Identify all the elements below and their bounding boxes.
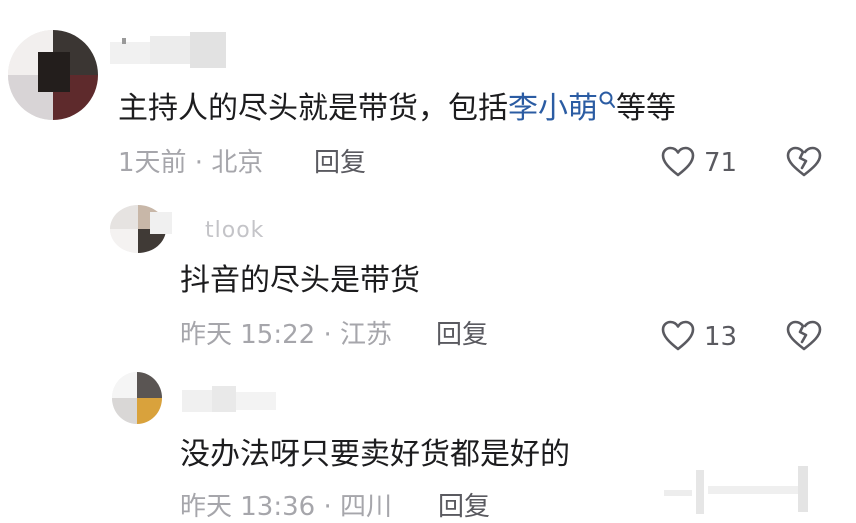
comment-text: 抖音的尽头是带货 xyxy=(180,263,420,298)
mention-link[interactable]: 李小萌 xyxy=(508,91,598,126)
search-icon[interactable] xyxy=(598,90,616,110)
avatar[interactable] xyxy=(112,372,162,424)
reply-button[interactable]: 回复 xyxy=(438,494,490,520)
username-mosaic xyxy=(110,32,230,68)
username-mosaic xyxy=(182,386,282,416)
avatar[interactable] xyxy=(8,30,98,120)
comment-text: 主持人的尽头就是带货，包括李小萌 等等 xyxy=(118,91,676,126)
username-mosaic xyxy=(150,212,172,234)
username: tlook xyxy=(205,218,265,243)
watermark-logo xyxy=(660,460,820,520)
reply-button[interactable]: 回复 xyxy=(314,150,366,176)
time-location: 1天前 · 北京 xyxy=(118,148,264,178)
broken-heart-icon[interactable] xyxy=(786,146,822,178)
broken-heart-icon[interactable] xyxy=(786,320,822,352)
like-count: 13 xyxy=(704,322,738,352)
comment-text: 没办法呀只要卖好货都是好的 xyxy=(180,437,570,472)
reply-button[interactable]: 回复 xyxy=(436,322,488,348)
heart-icon[interactable] xyxy=(661,146,695,178)
time-location: 昨天 15:22 · 江苏 xyxy=(180,320,392,350)
heart-icon[interactable] xyxy=(661,320,695,352)
like-count: 71 xyxy=(704,148,738,178)
time-location: 昨天 13:36 · 四川 xyxy=(180,492,392,522)
